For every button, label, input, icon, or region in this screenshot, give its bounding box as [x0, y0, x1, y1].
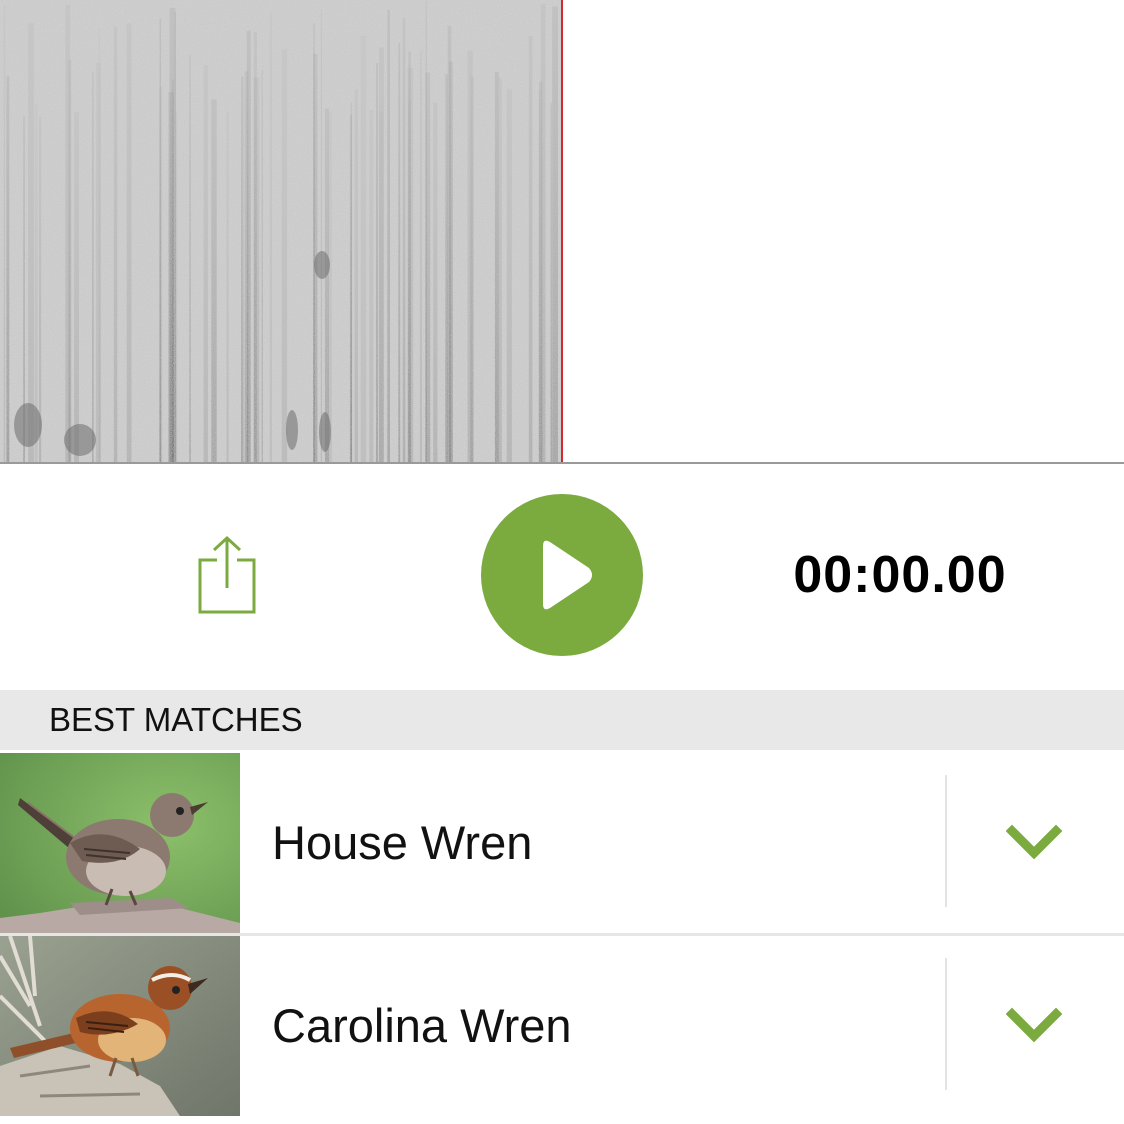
- share-button[interactable]: [190, 532, 264, 620]
- expand-button[interactable]: [947, 753, 1124, 933]
- spectrogram-panel[interactable]: [0, 0, 1124, 464]
- chevron-down-icon: [1006, 824, 1062, 860]
- list-item[interactable]: House Wren: [0, 753, 1124, 933]
- share-icon: [198, 535, 256, 614]
- chevron-down-icon: [1006, 1007, 1062, 1043]
- section-title: BEST MATCHES: [49, 701, 303, 738]
- carolina-wren-photo: [0, 936, 240, 1116]
- playback-time: 00:00.00: [793, 546, 1007, 604]
- house-wren-photo: [0, 753, 240, 933]
- play-button[interactable]: [481, 494, 643, 656]
- list-item[interactable]: Carolina Wren: [0, 936, 1124, 1116]
- spectrogram: [0, 0, 563, 462]
- expand-button[interactable]: [947, 936, 1124, 1116]
- best-matches-header: BEST MATCHES: [0, 690, 1124, 750]
- species-name: House Wren: [272, 816, 533, 869]
- play-icon: [543, 540, 592, 610]
- species-name: Carolina Wren: [272, 999, 572, 1052]
- playhead[interactable]: [561, 0, 563, 462]
